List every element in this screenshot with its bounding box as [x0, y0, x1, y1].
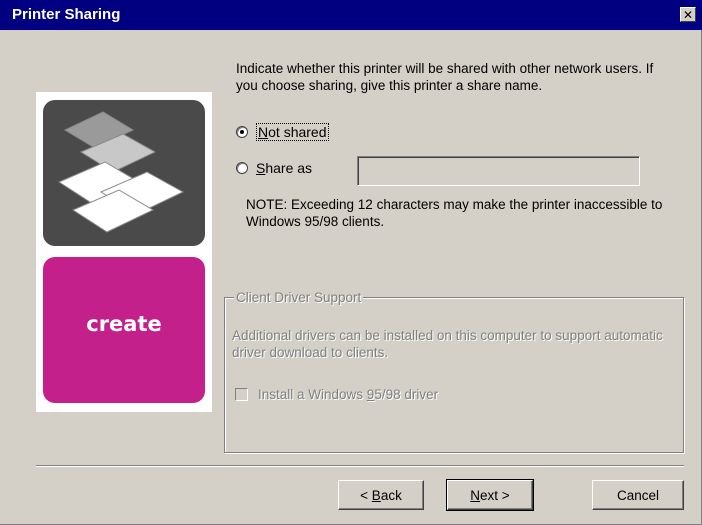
create-label: create: [86, 312, 162, 336]
printer-sharing-dialog: Printer Sharing ✕ create Indicate whethe…: [0, 0, 702, 525]
radio-not-shared-label: Not shared: [256, 123, 329, 141]
printer-pages-icon: [57, 111, 185, 233]
cancel-button[interactable]: Cancel: [592, 480, 684, 510]
next-button[interactable]: Next >: [446, 479, 534, 511]
create-tile: create: [43, 257, 205, 403]
footer-separator: [36, 465, 684, 467]
radio-share-as-button[interactable]: [236, 162, 248, 174]
radio-not-shared[interactable]: Not shared: [236, 123, 329, 141]
share-name-input[interactable]: [357, 156, 640, 186]
note-text: NOTE: Exceeding 12 characters may make t…: [246, 197, 663, 229]
client-driver-description: Additional drivers can be installed on t…: [232, 328, 663, 360]
wizard-graphic: create: [36, 92, 212, 412]
back-button[interactable]: < Back: [338, 480, 424, 510]
radio-selected-dot: [240, 130, 244, 134]
printer-pages-graphic: [43, 100, 205, 246]
title-bar[interactable]: Printer Sharing ✕: [0, 0, 702, 30]
client-driver-support-group: [224, 297, 684, 453]
install-driver-checkbox-row[interactable]: Install a Windows 95/98 driver: [235, 387, 438, 402]
radio-not-shared-button[interactable]: [236, 126, 248, 138]
install-driver-checkbox[interactable]: [235, 388, 248, 401]
group-legend: Client Driver Support: [234, 290, 364, 305]
close-icon: ✕: [682, 7, 694, 22]
radio-share-as-label: Share as: [256, 160, 313, 176]
close-button[interactable]: ✕: [680, 7, 696, 22]
intro-text: Indicate whether this printer will be sh…: [236, 61, 654, 93]
window-title: Printer Sharing: [12, 6, 121, 23]
install-driver-label: Install a Windows 95/98 driver: [258, 387, 439, 402]
radio-share-as[interactable]: Share as: [236, 160, 312, 176]
